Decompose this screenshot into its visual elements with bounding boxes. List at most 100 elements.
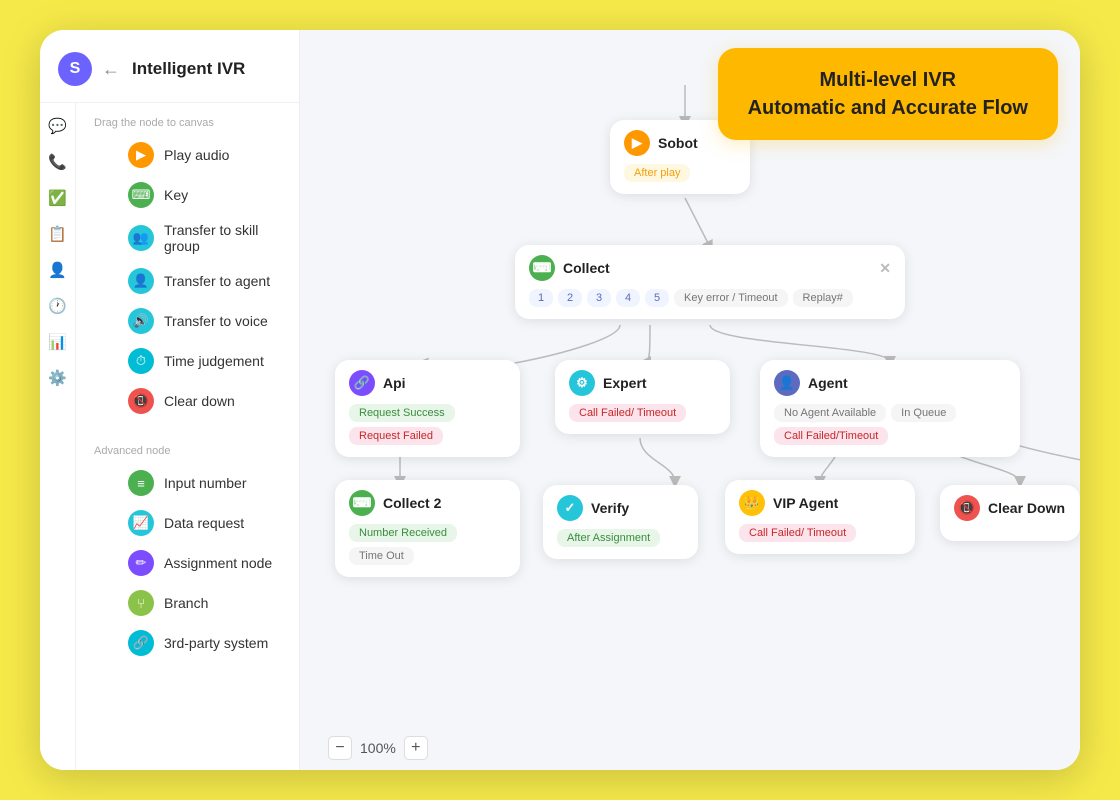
sidebar-item-key[interactable]: ⌨ Key <box>128 175 299 215</box>
zoom-bar: − 100% + <box>328 736 428 760</box>
agent-no-avail[interactable]: No Agent Available <box>774 404 886 422</box>
agent-node: 👤 Agent No Agent Available In Queue Call… <box>760 360 1020 457</box>
sidebar-item-transfer-voice[interactable]: 🔊 Transfer to voice <box>128 301 299 341</box>
3rdparty-icon: 🔗 <box>128 630 154 656</box>
collect-num-1[interactable]: 1 <box>529 289 553 307</box>
api-success[interactable]: Request Success <box>349 404 455 422</box>
data-request-label: Data request <box>164 515 244 531</box>
collect2-timeout[interactable]: Time Out <box>349 547 414 565</box>
verify-title: Verify <box>591 500 629 516</box>
clear-down-icon: 📵 <box>128 388 154 414</box>
time-icon: ⏱ <box>128 348 154 374</box>
sidebar-item-transfer-agent[interactable]: 👤 Transfer to agent <box>128 261 299 301</box>
clock-icon[interactable]: 🕐 <box>48 297 67 315</box>
sidebar-item-transfer-skill[interactable]: 👥 Transfer to skill group <box>128 215 299 261</box>
zoom-value: 100% <box>360 740 396 756</box>
tooltip-line2: Automatic and Accurate Flow <box>748 94 1028 122</box>
agent-title: Agent <box>808 375 848 391</box>
collect-key-error[interactable]: Key error / Timeout <box>674 289 788 307</box>
collect-num-3[interactable]: 3 <box>587 289 611 307</box>
play-audio-icon: ▶ <box>128 142 154 168</box>
clear-down-node: 📵 Clear Down <box>940 485 1080 541</box>
checklist-icon[interactable]: ✅ <box>48 189 67 207</box>
section-label: Drag the node to canvas <box>76 103 299 135</box>
expert-title: Expert <box>603 375 647 391</box>
vip-agent-node: 👑 VIP Agent Call Failed/ Timeout <box>725 480 915 554</box>
play-audio-label: Play audio <box>164 147 229 163</box>
sidebar-item-input-number[interactable]: ≡ Input number <box>128 463 299 503</box>
transfer-agent-label: Transfer to agent <box>164 273 270 289</box>
sidebar-item-time-judgement[interactable]: ⏱ Time judgement <box>128 341 299 381</box>
sidebar-item-data-request[interactable]: 📈 Data request <box>128 503 299 543</box>
chart-icon[interactable]: 📊 <box>48 333 67 351</box>
api-node-icon: 🔗 <box>349 370 375 396</box>
agent-node-icon: 👤 <box>774 370 800 396</box>
vip-agent-title: VIP Agent <box>773 495 838 511</box>
sidebar-item-3rdparty[interactable]: 🔗 3rd-party system <box>128 623 299 663</box>
sidebar: S ← Intelligent IVR 💬 📞 ✅ 📋 👤 🕐 📊 ⚙️ Dra… <box>40 30 300 770</box>
expert-failed[interactable]: Call Failed/ Timeout <box>569 404 686 422</box>
input-number-label: Input number <box>164 475 247 491</box>
data-request-icon: 📈 <box>128 510 154 536</box>
sidebar-item-assignment[interactable]: ✏ Assignment node <box>128 543 299 583</box>
clear-down-node-icon: 📵 <box>954 495 980 521</box>
transfer-voice-icon: 🔊 <box>128 308 154 334</box>
collect2-received[interactable]: Number Received <box>349 524 457 542</box>
node-list: ▶ Play audio ⌨ Key 👥 Transfer to skill g… <box>76 135 299 421</box>
collect-num-4[interactable]: 4 <box>616 289 640 307</box>
sidebar-header: S ← Intelligent IVR <box>40 30 299 103</box>
user-icon[interactable]: 👤 <box>48 261 67 279</box>
comment-icon[interactable]: 💬 <box>48 117 67 135</box>
api-title: Api <box>383 375 406 391</box>
sobot-title: Sobot <box>658 135 698 151</box>
gear-icon[interactable]: ⚙️ <box>48 369 67 387</box>
sobot-node-icon: ▶ <box>624 130 650 156</box>
phone-icon[interactable]: 📞 <box>48 153 67 171</box>
sidebar-item-branch[interactable]: ⑂ Branch <box>128 583 299 623</box>
tooltip-bubble: Multi-level IVR Automatic and Accurate F… <box>718 48 1058 140</box>
collect-node-icon: ⌨ <box>529 255 555 281</box>
collect-close-icon[interactable]: ✕ <box>879 260 891 277</box>
avatar: S <box>58 52 92 86</box>
verify-node: ✓ Verify After Assignment <box>543 485 698 559</box>
key-label: Key <box>164 187 188 203</box>
api-failed[interactable]: Request Failed <box>349 427 443 445</box>
collect2-node: ⌨ Collect 2 Number Received Time Out <box>335 480 520 577</box>
transfer-agent-icon: 👤 <box>128 268 154 294</box>
sidebar-item-play-audio[interactable]: ▶ Play audio <box>128 135 299 175</box>
transfer-skill-icon: 👥 <box>128 225 154 251</box>
vip-agent-failed[interactable]: Call Failed/ Timeout <box>739 524 856 542</box>
api-node: 🔗 Api Request Success Request Failed <box>335 360 520 457</box>
clear-down-node-title: Clear Down <box>988 500 1065 516</box>
adv-node-list: ≡ Input number 📈 Data request ✏ Assignme… <box>76 463 299 663</box>
collect-num-2[interactable]: 2 <box>558 289 582 307</box>
clipboard-icon[interactable]: 📋 <box>48 225 67 243</box>
agent-failed[interactable]: Call Failed/Timeout <box>774 427 888 445</box>
vip-agent-icon: 👑 <box>739 490 765 516</box>
main-card: S ← Intelligent IVR 💬 📞 ✅ 📋 👤 🕐 📊 ⚙️ Dra… <box>40 30 1080 770</box>
zoom-out-button[interactable]: − <box>328 736 352 760</box>
transfer-voice-label: Transfer to voice <box>164 313 268 329</box>
assignment-icon: ✏ <box>128 550 154 576</box>
collect2-title: Collect 2 <box>383 495 441 511</box>
adv-section-label: Advanced node <box>76 431 299 463</box>
collect-node: ⌨ Collect ✕ 1 2 3 4 5 Key error / Timeou… <box>515 245 905 319</box>
sobot-tag[interactable]: After play <box>624 164 690 182</box>
tooltip-line1: Multi-level IVR <box>748 66 1028 94</box>
agent-in-queue[interactable]: In Queue <box>891 404 956 422</box>
verify-node-icon: ✓ <box>557 495 583 521</box>
branch-icon: ⑂ <box>128 590 154 616</box>
collect-replay[interactable]: Replay# <box>793 289 853 307</box>
3rdparty-label: 3rd-party system <box>164 635 268 651</box>
collect2-node-icon: ⌨ <box>349 490 375 516</box>
canvas-area: Multi-level IVR Automatic and Accurate F… <box>300 30 1080 770</box>
time-label: Time judgement <box>164 353 264 369</box>
zoom-in-button[interactable]: + <box>404 736 428 760</box>
clear-down-label: Clear down <box>164 393 235 409</box>
back-button[interactable]: ← <box>102 59 120 80</box>
collect-num-5[interactable]: 5 <box>645 289 669 307</box>
collect-title: Collect <box>563 260 610 276</box>
verify-after-assignment[interactable]: After Assignment <box>557 529 660 547</box>
transfer-skill-label: Transfer to skill group <box>164 222 281 254</box>
sidebar-item-clear-down[interactable]: 📵 Clear down <box>128 381 299 421</box>
